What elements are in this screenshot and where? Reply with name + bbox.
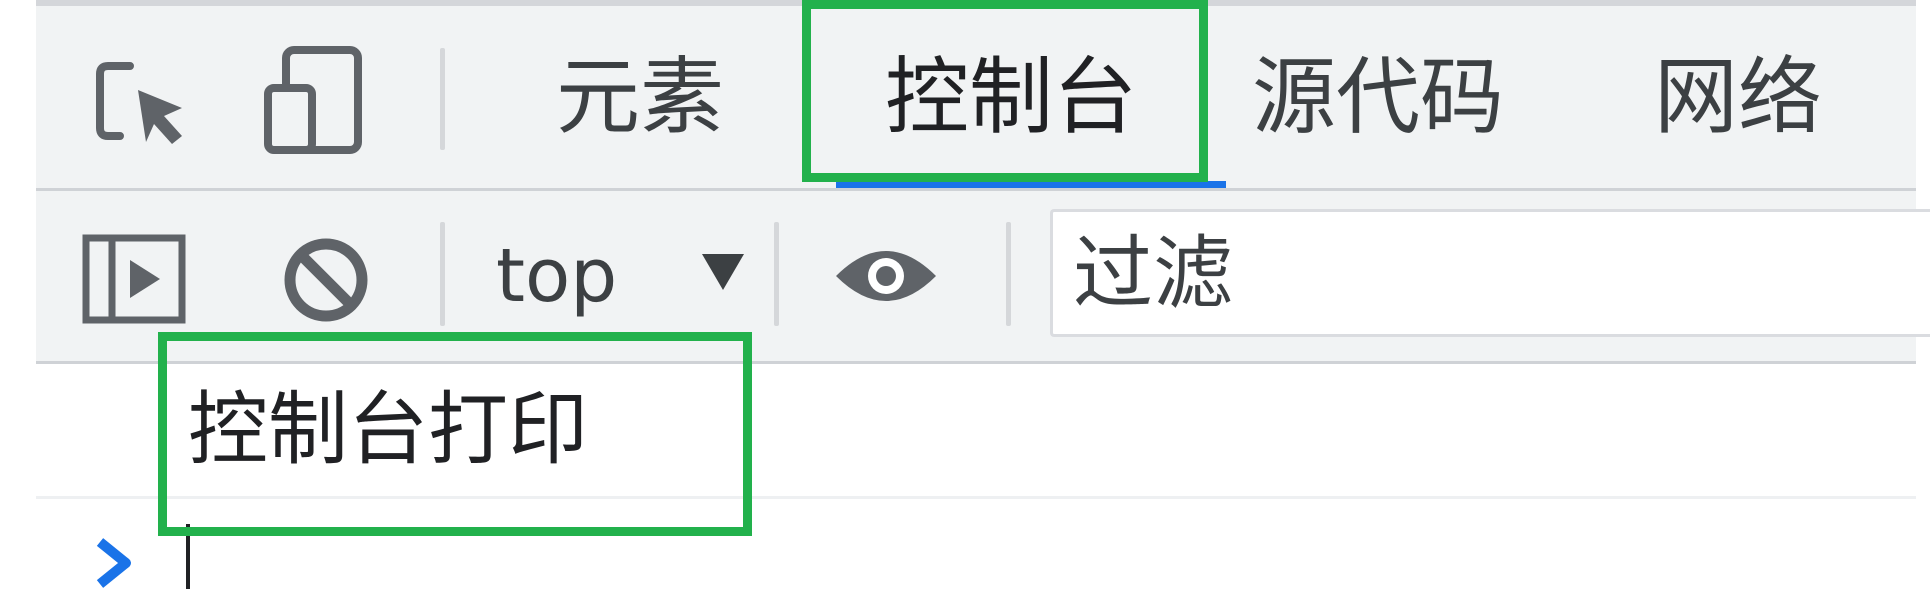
filter-box[interactable] (1050, 209, 1930, 337)
context-selector-label: top (496, 233, 618, 319)
device-toolbar-icon[interactable] (264, 46, 364, 154)
tab-network[interactable]: 网络 (1654, 6, 1822, 188)
tabbar-separator (440, 48, 445, 150)
clear-console-icon[interactable] (280, 234, 372, 326)
console-log-message: 控制台打印 (188, 383, 588, 476)
tab-sources[interactable]: 源代码 (1252, 6, 1504, 188)
context-selector[interactable]: top (496, 191, 617, 361)
toolbar-separator (1006, 222, 1011, 326)
active-tab-underline (836, 181, 1226, 188)
tab-elements[interactable]: 元素 (556, 6, 724, 188)
show-sidebar-icon[interactable] (82, 234, 186, 324)
toolbar-separator (774, 222, 779, 326)
dropdown-triangle-icon[interactable] (700, 252, 746, 292)
live-expression-eye-icon[interactable] (832, 240, 940, 312)
console-input-caret (186, 524, 190, 589)
devtools-panel: 元素 控制台 源代码 网络 top 控制台打印 (36, 0, 1930, 589)
prompt-chevron-icon (96, 538, 131, 588)
inspect-element-icon[interactable] (90, 56, 190, 152)
tab-console[interactable]: 控制台 (826, 6, 1196, 188)
console-prompt[interactable] (36, 499, 1916, 589)
toolbar-separator (440, 222, 445, 326)
filter-input[interactable] (1053, 212, 1930, 334)
